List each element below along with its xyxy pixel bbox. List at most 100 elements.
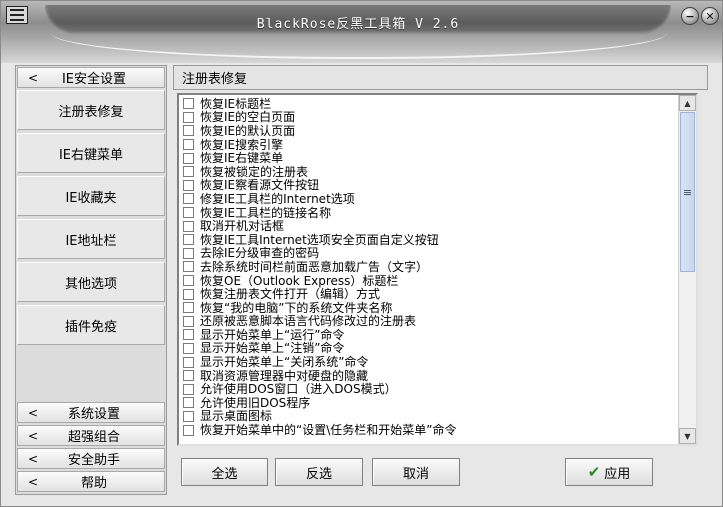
sidebar-group-label: 系统设置	[67, 407, 120, 422]
scroll-thumb[interactable]: ≡	[680, 112, 695, 272]
scroll-up-button[interactable]: ▲	[679, 95, 696, 111]
sidebar-group-label: IE安全设置	[61, 72, 127, 87]
checkbox[interactable]	[183, 125, 194, 137]
checkbox[interactable]	[183, 383, 194, 395]
chevron-left-icon: <	[27, 451, 39, 466]
close-button[interactable]: ✕	[701, 7, 719, 25]
checklist-item[interactable]: 恢复OE（Outlook Express）标题栏	[183, 274, 677, 288]
select-all-button[interactable]: 全选	[181, 458, 268, 486]
sidebar-item-plugin-immunity[interactable]: 插件免疫	[17, 305, 165, 345]
vertical-scrollbar[interactable]: ▲ ≡ ▼	[678, 95, 696, 444]
checklist-item[interactable]: 显示桌面图标	[183, 410, 677, 424]
checklist-item[interactable]: 恢复IE标题栏	[183, 97, 677, 111]
sidebar-group-security-assistant[interactable]: < 安全助手	[17, 448, 165, 469]
checklist-item-label: 显示桌面图标	[200, 409, 273, 424]
checklist-item-label: 恢复IE标题栏	[200, 96, 272, 111]
checklist-item[interactable]: 恢复IE的默认页面	[183, 124, 677, 138]
cancel-button[interactable]: 取消	[372, 458, 460, 486]
chevron-left-icon: <	[27, 428, 39, 443]
sidebar-item-ie-context-menu[interactable]: IE右键菜单	[17, 133, 165, 173]
checklist-item[interactable]: 恢复注册表文件打开（编辑）方式	[183, 287, 677, 301]
sidebar-item-ie-address-bar[interactable]: IE地址栏	[17, 219, 165, 259]
checklist-item[interactable]: 显示开始菜单上“运行”命令	[183, 328, 677, 342]
checkbox[interactable]	[183, 166, 194, 178]
checkbox[interactable]	[183, 193, 194, 205]
minimize-button[interactable]: −	[681, 7, 699, 25]
checklist-item-label: 修复IE工具栏的Internet选项	[200, 191, 355, 206]
checklist-item-label: 还原被恶意脚本语言代码修改过的注册表	[200, 314, 417, 329]
checkbox[interactable]	[183, 315, 194, 327]
checkbox[interactable]	[183, 234, 194, 246]
checklist-item-label: 恢复OE（Outlook Express）标题栏	[200, 273, 399, 288]
apply-button[interactable]: ✔ 应用	[565, 458, 653, 486]
checklist-item[interactable]: 恢复IE察看源文件按钮	[183, 179, 677, 193]
checkbox[interactable]	[183, 288, 194, 300]
checkbox[interactable]	[183, 139, 194, 151]
checkbox[interactable]	[183, 207, 194, 219]
checkbox[interactable]	[183, 329, 194, 341]
checklist-item[interactable]: 修复IE工具栏的Internet选项	[183, 192, 677, 206]
checklist-item-label: 恢复开始菜单中的“设置\任务栏和开始菜单”命令	[200, 423, 457, 438]
checklist-item-label: 允许使用旧DOS程序	[200, 395, 311, 410]
checklist-item-label: 恢复被锁定的注册表	[200, 164, 309, 179]
checklist-item-label: 恢复IE工具Internet选项安全页面自定义按钮	[200, 232, 439, 247]
checklist-item[interactable]: 恢复开始菜单中的“设置\任务栏和开始菜单”命令	[183, 423, 677, 437]
checklist-item[interactable]: 允许使用旧DOS程序	[183, 396, 677, 410]
checkbox[interactable]	[183, 152, 194, 164]
checklist-item[interactable]: 去除IE分级审查的密码	[183, 247, 677, 261]
checklist-item[interactable]: 显示开始菜单上“关闭系统”命令	[183, 355, 677, 369]
sidebar-item-registry-repair[interactable]: 注册表修复	[17, 90, 165, 130]
checklist-item[interactable]: 恢复被锁定的注册表	[183, 165, 677, 179]
scroll-down-button[interactable]: ▼	[679, 428, 696, 444]
app-window: BlackRose反黑工具箱 V 2.6 − ✕ < IE安全设置 注册表修复 …	[0, 0, 723, 507]
title-bar[interactable]: BlackRose反黑工具箱 V 2.6 − ✕	[1, 1, 722, 63]
checklist-item[interactable]: 允许使用DOS窗口（进入DOS模式）	[183, 382, 677, 396]
checklist-item-label: 显示开始菜单上“运行”命令	[200, 327, 345, 342]
sidebar-group-label: 帮助	[80, 476, 107, 491]
checklist-item[interactable]: 恢复IE的空白页面	[183, 111, 677, 125]
sidebar-group-ie-security[interactable]: < IE安全设置	[17, 67, 165, 88]
checkbox[interactable]	[183, 179, 194, 191]
checklist-item-label: 允许使用DOS窗口（进入DOS模式）	[200, 382, 397, 397]
checklist-item[interactable]: 恢复IE搜索引擎	[183, 138, 677, 152]
checklist-item-label: 取消开机对话框	[200, 219, 285, 234]
option-checklist[interactable]: 恢复IE标题栏 恢复IE的空白页面 恢复IE的默认页面 恢复IE搜索引擎 恢复IE右键菜…	[177, 93, 698, 446]
checkmark-icon: ✔	[587, 463, 601, 481]
checklist-item-label: 恢复“我的电脑”下的系统文件夹名称	[200, 300, 393, 315]
checklist-item[interactable]: 恢复“我的电脑”下的系统文件夹名称	[183, 301, 677, 315]
checkbox[interactable]	[183, 424, 194, 436]
sidebar-group-help[interactable]: < 帮助	[17, 471, 165, 492]
checkbox[interactable]	[183, 397, 194, 409]
sidebar-item-other-options[interactable]: 其他选项	[17, 262, 165, 302]
option-rows: 恢复IE标题栏 恢复IE的空白页面 恢复IE的默认页面 恢复IE搜索引擎 恢复IE右键菜…	[183, 97, 677, 437]
checklist-item[interactable]: 恢复IE工具栏的链接名称	[183, 206, 677, 220]
sidebar-item-ie-favorites[interactable]: IE收藏夹	[17, 176, 165, 216]
checklist-item[interactable]: 取消开机对话框	[183, 219, 677, 233]
invert-selection-button[interactable]: 反选	[275, 458, 363, 486]
chevron-left-icon: <	[27, 405, 39, 420]
sidebar-group-label: 超强组合	[67, 430, 120, 445]
checklist-item-label: 去除IE分级审查的密码	[200, 246, 320, 261]
checkbox[interactable]	[183, 302, 194, 314]
checkbox[interactable]	[183, 247, 194, 259]
checkbox[interactable]	[183, 220, 194, 232]
checkbox[interactable]	[183, 410, 194, 422]
checkbox[interactable]	[183, 98, 194, 110]
checklist-item[interactable]: 还原被恶意脚本语言代码修改过的注册表	[183, 315, 677, 329]
checklist-item[interactable]: 恢复IE右键菜单	[183, 151, 677, 165]
sidebar-group-system-settings[interactable]: < 系统设置	[17, 402, 165, 423]
system-menu-icon[interactable]	[6, 6, 28, 24]
checkbox[interactable]	[183, 275, 194, 287]
checkbox[interactable]	[183, 370, 194, 382]
checklist-item[interactable]: 恢复IE工具Internet选项安全页面自定义按钮	[183, 233, 677, 247]
title-decoration	[51, 31, 667, 59]
checkbox[interactable]	[183, 111, 194, 123]
sidebar-group-super-combo[interactable]: < 超强组合	[17, 425, 165, 446]
checkbox[interactable]	[183, 261, 194, 273]
checklist-item-label: 显示开始菜单上“关闭系统”命令	[200, 355, 369, 370]
checklist-item[interactable]: 去除系统时间栏前面恶意加载广告（文字）	[183, 260, 677, 274]
checkbox[interactable]	[183, 342, 194, 354]
checklist-item[interactable]: 取消资源管理器中对硬盘的隐藏	[183, 369, 677, 383]
checkbox[interactable]	[183, 356, 194, 368]
checklist-item[interactable]: 显示开始菜单上“注销”命令	[183, 342, 677, 356]
